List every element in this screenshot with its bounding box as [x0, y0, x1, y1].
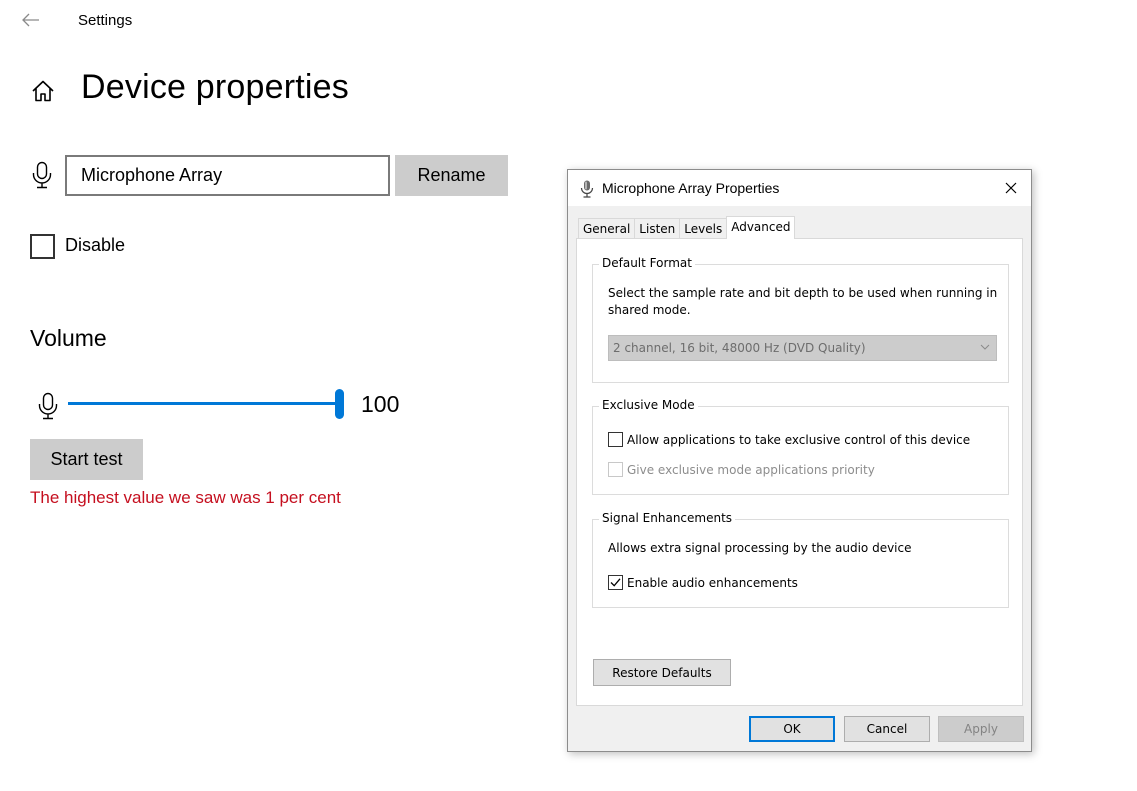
- default-format-group: Default Format Select the sample rate an…: [592, 256, 1009, 383]
- volume-value: 100: [361, 391, 400, 417]
- tab-listen[interactable]: Listen: [634, 218, 681, 239]
- close-icon: [1005, 182, 1017, 194]
- home-icon[interactable]: [30, 78, 56, 104]
- default-format-legend: Default Format: [599, 256, 695, 270]
- app-title: Settings: [78, 12, 133, 29]
- enable-enhancements-label: Enable audio enhancements: [627, 575, 798, 590]
- rename-button[interactable]: Rename: [395, 155, 508, 196]
- test-result-text: The highest value we saw was 1 per cent: [30, 488, 341, 507]
- apply-button[interactable]: Apply: [938, 716, 1024, 742]
- disable-checkbox[interactable]: [30, 234, 55, 259]
- allow-exclusive-checkbox[interactable]: [608, 432, 623, 447]
- advanced-tab-panel: Default Format Select the sample rate an…: [576, 238, 1023, 706]
- default-format-description: Select the sample rate and bit depth to …: [608, 286, 998, 317]
- signal-enhancements-description: Allows extra signal processing by the au…: [608, 541, 912, 555]
- device-name-input[interactable]: [65, 155, 390, 196]
- allow-exclusive-label: Allow applications to take exclusive con…: [627, 432, 971, 447]
- microphone-device-icon: [580, 180, 594, 198]
- dialog-tabs: General Listen Levels Advanced: [578, 216, 796, 239]
- volume-slider[interactable]: [68, 388, 344, 420]
- tab-general[interactable]: General: [578, 218, 636, 239]
- signal-enhancements-group: Signal Enhancements Allows extra signal …: [592, 511, 1009, 608]
- disable-label: Disable: [65, 235, 126, 255]
- default-format-select: 2 channel, 16 bit, 48000 Hz (DVD Quality…: [608, 335, 997, 361]
- start-test-button[interactable]: Start test: [30, 439, 143, 480]
- enable-enhancements-row[interactable]: Enable audio enhancements: [608, 575, 798, 590]
- exclusive-priority-row: Give exclusive mode applications priorit…: [608, 462, 875, 477]
- allow-exclusive-row[interactable]: Allow applications to take exclusive con…: [608, 432, 970, 447]
- back-button[interactable]: [18, 8, 44, 32]
- cancel-button[interactable]: Cancel: [844, 716, 930, 742]
- restore-defaults-button[interactable]: Restore Defaults: [593, 659, 731, 686]
- microphone-properties-dialog: Microphone Array Properties General List…: [567, 169, 1032, 752]
- microphone-icon: [38, 392, 58, 420]
- enable-enhancements-checkbox[interactable]: [608, 575, 623, 590]
- page-title: Device properties: [81, 68, 349, 106]
- tab-advanced[interactable]: Advanced: [726, 216, 796, 239]
- chevron-down-icon: [980, 344, 990, 350]
- ok-button[interactable]: OK: [749, 716, 835, 742]
- exclusive-priority-label: Give exclusive mode applications priorit…: [627, 462, 875, 477]
- volume-slider-fill: [68, 402, 339, 405]
- exclusive-priority-checkbox: [608, 462, 623, 477]
- microphone-icon: [32, 161, 52, 189]
- volume-slider-thumb[interactable]: [335, 389, 344, 419]
- close-button[interactable]: [997, 176, 1025, 200]
- signal-enhancements-legend: Signal Enhancements: [599, 511, 736, 525]
- tab-levels[interactable]: Levels: [679, 218, 728, 239]
- dialog-titlebar[interactable]: Microphone Array Properties: [568, 170, 1031, 206]
- default-format-selected: 2 channel, 16 bit, 48000 Hz (DVD Quality…: [613, 341, 866, 355]
- volume-heading: Volume: [30, 325, 107, 351]
- exclusive-mode-group: Exclusive Mode Allow applications to tak…: [592, 398, 1009, 495]
- exclusive-mode-legend: Exclusive Mode: [599, 398, 698, 412]
- back-arrow-icon: [22, 13, 39, 27]
- dialog-title: Microphone Array Properties: [602, 180, 780, 196]
